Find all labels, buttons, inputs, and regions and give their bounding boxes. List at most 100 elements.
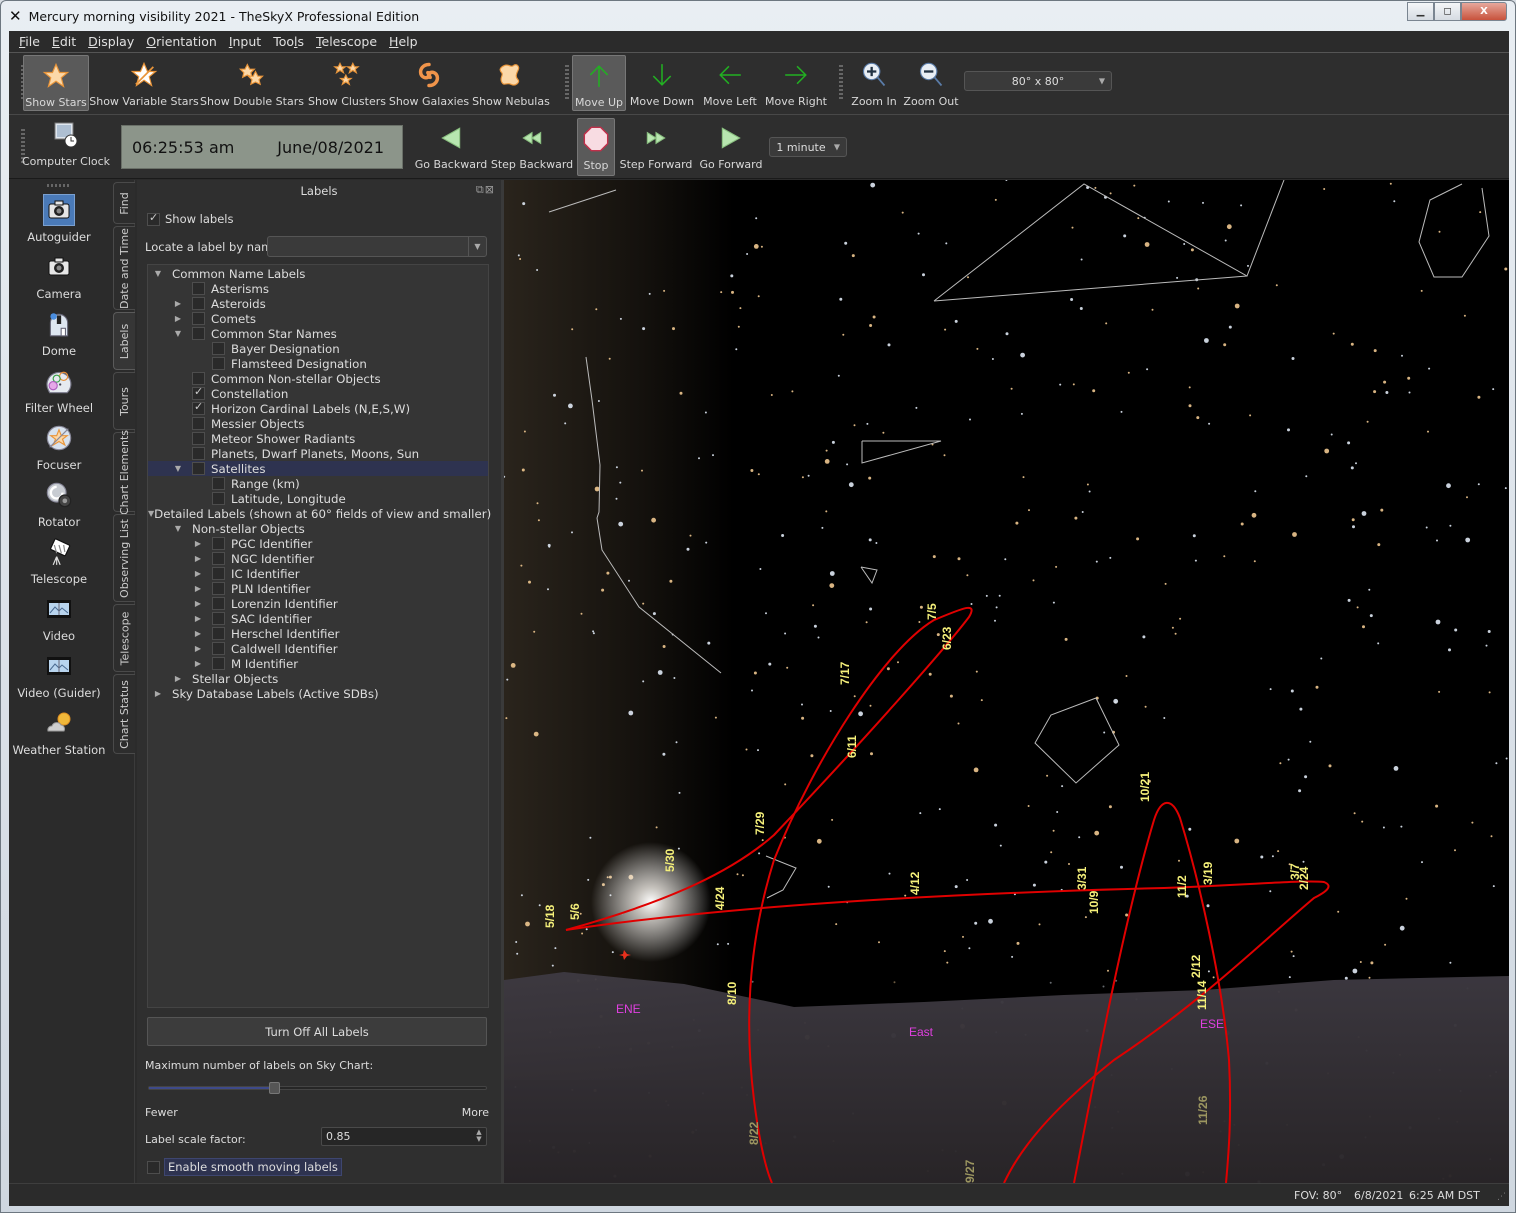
tab-labels[interactable]: Labels bbox=[113, 312, 135, 370]
expand-right-icon[interactable]: ▶ bbox=[192, 629, 204, 638]
menu-help[interactable]: Help bbox=[383, 34, 424, 49]
checkbox[interactable] bbox=[212, 627, 225, 640]
max-labels-slider[interactable] bbox=[148, 1082, 487, 1094]
maximize-button[interactable]: ◻ bbox=[1434, 2, 1461, 21]
show-variable-stars-button[interactable]: Show Variable Stars bbox=[89, 55, 199, 111]
move-down-button[interactable]: Move Down bbox=[630, 55, 694, 111]
expand-right-icon[interactable]: ▶ bbox=[172, 314, 184, 323]
move-up-button[interactable]: Move Up bbox=[572, 55, 626, 111]
tree-item-m-identifier[interactable]: ▶ M Identifier bbox=[148, 656, 488, 671]
menu-orientation[interactable]: Orientation bbox=[140, 34, 223, 49]
zoom-out-button[interactable]: Zoom Out bbox=[903, 55, 959, 111]
float-panel-icon[interactable]: ⧉ bbox=[476, 183, 485, 196]
resize-grip-icon[interactable]: ⋰ bbox=[1497, 1192, 1506, 1202]
tree-item-ngc-identifier[interactable]: ▶ NGC Identifier bbox=[148, 551, 488, 566]
tree-item-common-non-stellar-objects[interactable]: Common Non-stellar Objects bbox=[148, 371, 488, 386]
clock-display[interactable]: 06:25:53 am June/08/2021 bbox=[121, 125, 403, 169]
checkbox[interactable] bbox=[212, 612, 225, 625]
expand-down-icon[interactable]: ▼ bbox=[152, 269, 164, 278]
expand-down-icon[interactable]: ▼ bbox=[172, 524, 184, 533]
step-forward-button[interactable]: Step Forward bbox=[619, 118, 693, 176]
checkbox[interactable] bbox=[147, 1160, 160, 1174]
checkbox[interactable] bbox=[212, 492, 225, 505]
tree-item-horizon-cardinal-labels-n-e-s-w[interactable]: Horizon Cardinal Labels (N,E,S,W) bbox=[148, 400, 488, 416]
tree-item-herschel-identifier[interactable]: ▶ Herschel Identifier bbox=[148, 626, 488, 641]
tree-item-sac-identifier[interactable]: ▶ SAC Identifier bbox=[148, 611, 488, 626]
menu-telescope[interactable]: Telescope bbox=[310, 34, 383, 49]
tree-item-common-name-labels[interactable]: ▼ Common Name Labels bbox=[148, 266, 488, 281]
tree-item-latitude-longitude[interactable]: Latitude, Longitude bbox=[148, 491, 488, 506]
show-stars-button[interactable]: Show Stars bbox=[23, 55, 89, 111]
tab-observing-list[interactable]: Observing List bbox=[113, 514, 135, 602]
tree-item-stellar-objects[interactable]: ▶ Stellar Objects bbox=[148, 671, 488, 686]
label-scale-spinbox[interactable]: 0.85 ▲ ▼ bbox=[321, 1127, 487, 1146]
checkbox[interactable] bbox=[192, 282, 205, 295]
spin-arrows-icon[interactable]: ▲ ▼ bbox=[473, 1129, 485, 1144]
menu-edit[interactable]: Edit bbox=[46, 34, 82, 49]
chevron-down-icon[interactable]: ▼ bbox=[468, 237, 486, 256]
sidebar-item-autoguider[interactable]: Autoguider bbox=[9, 194, 109, 244]
sidebar-item-telescope[interactable]: Telescope bbox=[9, 536, 109, 586]
menu-display[interactable]: Display bbox=[82, 34, 140, 49]
checkbox[interactable] bbox=[212, 357, 225, 370]
checkbox[interactable] bbox=[192, 417, 205, 430]
checkbox[interactable] bbox=[192, 312, 205, 325]
locate-label-input[interactable]: ▼ bbox=[267, 236, 487, 257]
checkbox[interactable] bbox=[212, 582, 225, 595]
show-galaxies-button[interactable]: Show Galaxies bbox=[389, 55, 469, 111]
tree-item-pln-identifier[interactable]: ▶ PLN Identifier bbox=[148, 581, 488, 596]
close-panel-icon[interactable]: ⊠ bbox=[485, 183, 495, 196]
expand-down-icon[interactable]: ▼ bbox=[172, 464, 184, 473]
checkbox[interactable] bbox=[192, 372, 205, 385]
show-labels-checkbox[interactable]: Show labels bbox=[147, 211, 234, 226]
tree-item-caldwell-identifier[interactable]: ▶ Caldwell Identifier bbox=[148, 641, 488, 656]
tree-item-common-star-names[interactable]: ▼ Common Star Names bbox=[148, 326, 488, 341]
step-backward-button[interactable]: Step Backward bbox=[491, 118, 573, 176]
sky-chart-canvas[interactable]: 5/18 5/6 5/30 4/24 7/29 6/11 7/17 7/56/23 4/12 3/… bbox=[504, 180, 1509, 1183]
checkbox[interactable] bbox=[147, 211, 160, 226]
expand-right-icon[interactable]: ▶ bbox=[152, 689, 164, 698]
sky-chart[interactable]: 5/18 5/6 5/30 4/24 7/29 6/11 7/17 7/5 6/23 4/12 3/… bbox=[504, 180, 1509, 1183]
expand-right-icon[interactable]: ▶ bbox=[192, 569, 204, 578]
tree-item-constellation[interactable]: Constellation bbox=[148, 385, 488, 401]
tab-telescope[interactable]: Telescope bbox=[113, 604, 135, 672]
minimize-button[interactable]: ▁ bbox=[1407, 2, 1434, 21]
expand-right-icon[interactable]: ▶ bbox=[172, 299, 184, 308]
sidebar-grip[interactable] bbox=[47, 184, 69, 187]
tab-find[interactable]: Find bbox=[113, 182, 135, 224]
go-backward-button[interactable]: Go Backward bbox=[415, 118, 487, 176]
checkbox[interactable] bbox=[212, 477, 225, 490]
checkbox[interactable] bbox=[212, 657, 225, 670]
stop-button[interactable]: Stop bbox=[577, 118, 615, 176]
show-double-stars-button[interactable]: Show Double Stars bbox=[200, 55, 304, 111]
toolbar-grip[interactable] bbox=[839, 65, 843, 101]
slider-handle[interactable] bbox=[268, 1082, 280, 1094]
expand-right-icon[interactable]: ▶ bbox=[172, 674, 184, 683]
checkbox[interactable] bbox=[212, 642, 225, 655]
tree-item-bayer-designation[interactable]: Bayer Designation bbox=[148, 341, 488, 356]
menu-file[interactable]: File bbox=[13, 34, 46, 49]
checkbox[interactable] bbox=[192, 385, 205, 400]
tree-item-pgc-identifier[interactable]: ▶ PGC Identifier bbox=[148, 536, 488, 551]
checkbox[interactable] bbox=[212, 567, 225, 580]
checkbox[interactable] bbox=[212, 537, 225, 550]
checkbox[interactable] bbox=[192, 432, 205, 445]
zoom-in-button[interactable]: Zoom In bbox=[847, 55, 901, 111]
tree-item-asteroids[interactable]: ▶ Asteroids bbox=[148, 296, 488, 311]
tree-item-meteor-shower-radiants[interactable]: Meteor Shower Radiants bbox=[148, 431, 488, 446]
computer-clock-button[interactable]: Computer Clock bbox=[22, 115, 110, 177]
sidebar-item-dome[interactable]: Dome bbox=[9, 308, 109, 358]
menu-tools[interactable]: Tools bbox=[267, 34, 310, 49]
tree-item-comets[interactable]: ▶ Comets bbox=[148, 311, 488, 326]
expand-right-icon[interactable]: ▶ bbox=[192, 659, 204, 668]
checkbox[interactable] bbox=[212, 552, 225, 565]
toolbar-grip[interactable] bbox=[565, 65, 569, 101]
sidebar-item-camera[interactable]: Camera bbox=[9, 251, 109, 301]
sidebar-item-weather-station[interactable]: Weather Station bbox=[9, 707, 109, 757]
fov-select[interactable]: 80° x 80° ▼ bbox=[964, 71, 1112, 91]
checkbox[interactable] bbox=[192, 327, 205, 340]
sidebar-item-video[interactable]: Video bbox=[9, 593, 109, 643]
tree-item-satellites[interactable]: ▼ Satellites bbox=[148, 461, 488, 476]
show-nebulas-button[interactable]: Show Nebulas bbox=[472, 55, 550, 111]
move-right-button[interactable]: Move Right bbox=[764, 55, 828, 111]
